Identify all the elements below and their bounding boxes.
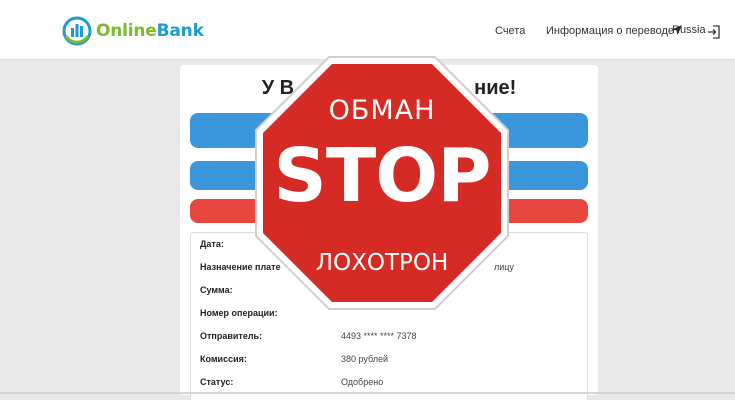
row-label: Отправитель: xyxy=(200,331,263,341)
logout-icon[interactable] xyxy=(707,25,721,39)
table-row: Статус: Одобрено xyxy=(191,377,589,393)
stop-sign-bottom-text: ЛОХОТРОН xyxy=(315,250,449,276)
page-divider xyxy=(0,392,735,394)
row-value: 380 рублей xyxy=(341,354,389,364)
nav-transfer-info-link[interactable]: Информация о переводе xyxy=(546,25,674,37)
table-row: Комиссия: 380 рублей xyxy=(191,354,589,370)
row-value: Одобрено xyxy=(341,377,384,387)
row-label: Статус: xyxy=(200,377,234,387)
language-selector[interactable]: Russia xyxy=(672,24,706,36)
row-label: Сумма: xyxy=(200,285,233,295)
nav-accounts-link[interactable]: Счета xyxy=(495,25,525,37)
row-value: 4493 **** **** 7378 xyxy=(341,331,417,341)
language-label: Russia xyxy=(672,24,706,36)
stop-sign-overlay: ОБМАН STOP ЛОХОТРОН xyxy=(254,55,510,311)
main-nav: Счета Информация о переводе Russia xyxy=(0,24,735,41)
top-navigation-bar: OnlineBank Счета Информация о переводе R… xyxy=(0,0,735,60)
stop-sign-top-text: ОБМАН xyxy=(328,95,436,126)
row-label: Дата: xyxy=(200,239,224,249)
row-label: Комиссия: xyxy=(200,354,247,364)
stop-sign-main-text: STOP xyxy=(273,133,492,219)
table-row: Отправитель: 4493 **** **** 7378 xyxy=(191,331,589,347)
